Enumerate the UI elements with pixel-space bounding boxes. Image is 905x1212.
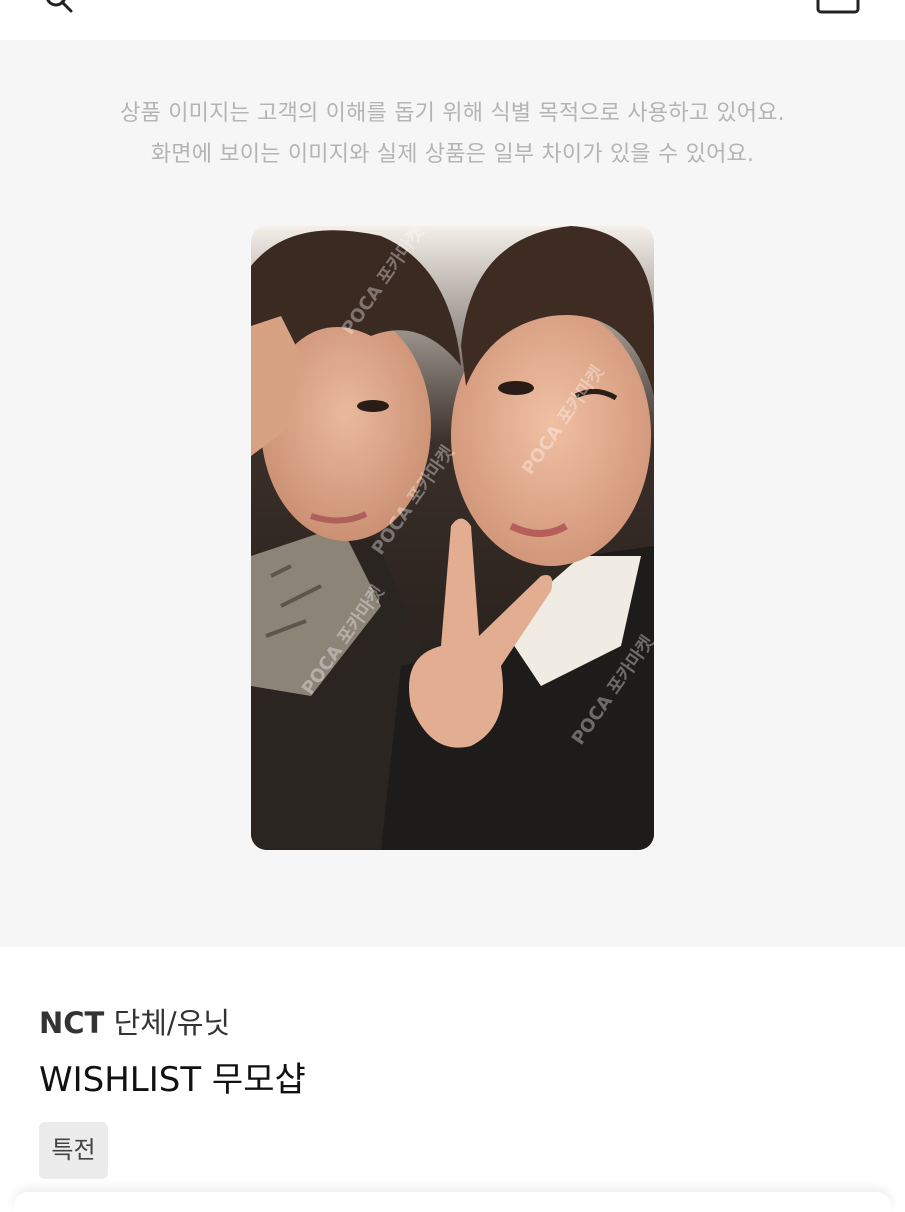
product-photo[interactable]: POCA 포카마켓 POCA 포카마켓 POCA 포카마켓 POCA 포카마켓 …	[251, 226, 654, 850]
image-notice-line-2: 화면에 보이는 이미지와 실제 상품은 일부 차이가 있을 수 있어요.	[150, 142, 755, 167]
product-info: NCT 단체/유닛 WISHLIST 무모샵 특전	[0, 947, 905, 1200]
shopping-bag-icon[interactable]	[812, 0, 862, 16]
artist-group: NCT	[39, 1006, 105, 1040]
search-icon[interactable]	[44, 0, 74, 16]
bottom-sheet	[14, 1192, 891, 1212]
product-image-area: 상품 이미지는 고객의 이해를 돕기 위해 식별 목적으로 사용하고 있어요. …	[0, 40, 905, 947]
top-app-bar	[0, 0, 905, 40]
artist-label[interactable]: NCT 단체/유닛	[39, 1000, 230, 1042]
tag-badge: 특전	[39, 1122, 108, 1179]
artist-category: 단체/유닛	[113, 1006, 231, 1040]
image-notice-line-1: 상품 이미지는 고객의 이해를 돕기 위해 식별 목적으로 사용하고 있어요.	[120, 101, 785, 126]
product-title: WISHLIST 무모샵	[39, 1060, 306, 1100]
